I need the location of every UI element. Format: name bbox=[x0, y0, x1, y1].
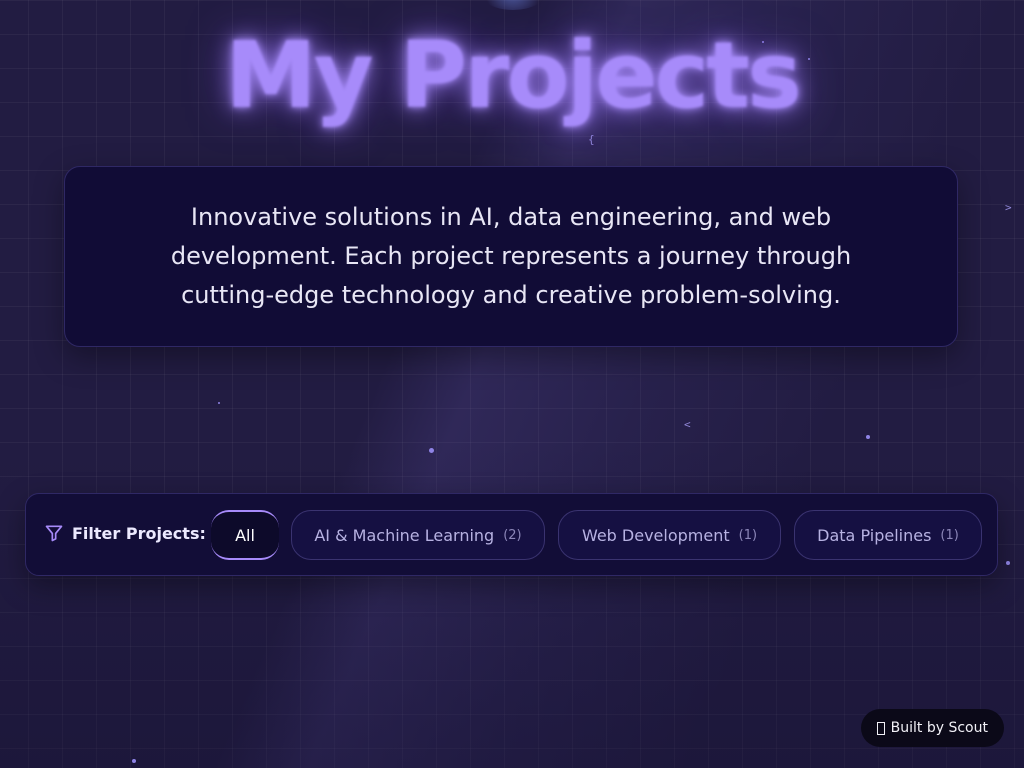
particle bbox=[218, 402, 220, 404]
particle bbox=[429, 448, 434, 453]
filter-chip-all[interactable]: All bbox=[211, 510, 279, 560]
filter-label-text: Filter Projects: bbox=[72, 523, 206, 543]
filter-chip-count: (1) bbox=[738, 527, 758, 543]
filter-chip-label: Web Development bbox=[581, 525, 730, 545]
filter-chip-data-pipelines[interactable]: Data Pipelines (1) bbox=[794, 510, 982, 560]
code-glyph: > bbox=[1005, 201, 1012, 214]
filter-label-group: Filter Projects: bbox=[44, 523, 206, 543]
filter-chip-count: (1) bbox=[940, 527, 959, 543]
built-by-label: Built by Scout bbox=[890, 720, 988, 736]
filter-chip-web-development[interactable]: Web Development (1) bbox=[558, 510, 781, 560]
description-card: Innovative solutions in AI, data enginee… bbox=[64, 166, 958, 347]
filter-chip-label: All bbox=[235, 525, 255, 545]
code-glyph: { bbox=[588, 133, 595, 146]
scout-icon bbox=[876, 721, 885, 735]
page-title: My Projects bbox=[225, 22, 802, 129]
filter-bar: Filter Projects: All AI & Machine Learni… bbox=[25, 493, 998, 576]
filter-chip-label: Data Pipelines bbox=[817, 525, 932, 545]
filter-icon bbox=[44, 523, 64, 543]
particle bbox=[132, 759, 136, 763]
filter-chip-ai-machine-learning[interactable]: AI & Machine Learning (2) bbox=[291, 510, 545, 560]
description-text: Innovative solutions in AI, data enginee… bbox=[170, 203, 852, 309]
code-glyph: < bbox=[684, 418, 691, 431]
particle bbox=[1006, 561, 1010, 565]
particle bbox=[866, 435, 870, 439]
filter-chip-count: (2) bbox=[503, 527, 522, 543]
built-by-scout-badge[interactable]: Built by Scout bbox=[860, 709, 1004, 747]
filter-chip-label: AI & Machine Learning bbox=[314, 525, 495, 545]
